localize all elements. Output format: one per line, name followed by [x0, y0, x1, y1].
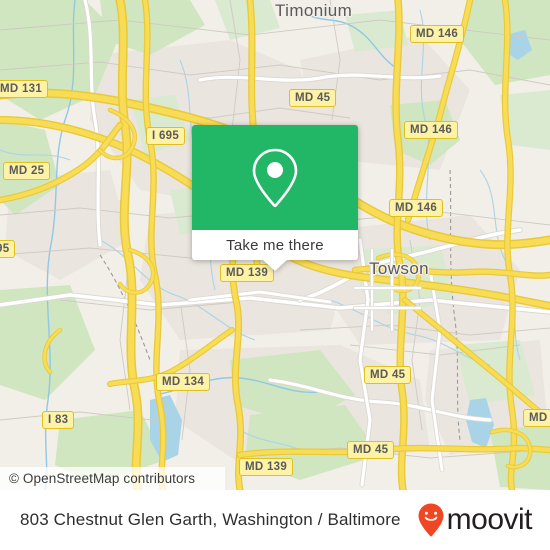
road-shield: 95	[0, 240, 16, 258]
map-screenshot: .park { fill:#cfe6c0; } .park2 { fill:#d…	[0, 0, 550, 550]
map-canvas[interactable]: .park { fill:#cfe6c0; } .park2 { fill:#d…	[0, 0, 550, 490]
moovit-logo[interactable]: moovit	[418, 503, 533, 537]
map-place-label: Towson	[369, 259, 430, 278]
moovit-wordmark: moovit	[446, 503, 533, 536]
road-shield: MD 131	[0, 80, 49, 98]
address-label: 803 Chestnut Glen Garth, Washington / Ba…	[20, 510, 401, 529]
take-me-there-label: Take me there	[226, 236, 324, 254]
road-shield: MD 146	[404, 121, 459, 139]
location-callout-card[interactable]: Take me there	[192, 125, 358, 271]
road-shield: MD 25	[3, 162, 51, 180]
road-shield: I 83	[42, 411, 75, 429]
road-shield: MD 139	[239, 458, 294, 476]
osm-attribution[interactable]: © OpenStreetMap contributors	[0, 467, 225, 490]
take-me-there-button[interactable]: Take me there	[192, 230, 358, 271]
road-shield: MD 146	[410, 25, 465, 43]
footer-bar: 803 Chestnut Glen Garth, Washington / Ba…	[0, 490, 550, 550]
road-shield: MD 45	[364, 366, 412, 384]
moovit-smiley-pin-icon	[418, 503, 444, 537]
road-shield: I 695	[146, 127, 186, 145]
callout-icon-area	[192, 125, 358, 230]
map-pin-icon	[252, 148, 298, 207]
callout-pointer-tail	[263, 260, 287, 271]
road-shield: MD 5	[523, 409, 550, 427]
road-shield: MD 45	[347, 441, 395, 459]
map-place-label: Timonium	[275, 1, 353, 20]
road-shield: MD 146	[389, 199, 444, 217]
road-shield: MD 134	[156, 373, 211, 391]
road-shield: MD 45	[289, 89, 337, 107]
osm-attribution-label: © OpenStreetMap contributors	[9, 471, 196, 486]
